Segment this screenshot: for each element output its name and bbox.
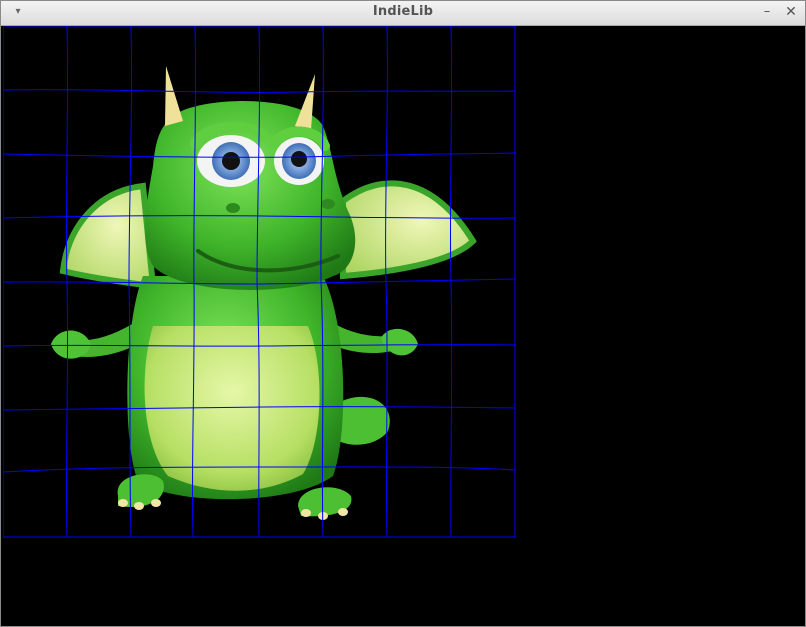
right-wing	[340, 180, 477, 280]
title-bar[interactable]: ▾ IndieLib – ✕	[1, 1, 805, 26]
scene-svg	[3, 26, 516, 538]
left-wing	[59, 182, 157, 290]
close-button[interactable]: ✕	[783, 4, 799, 20]
window-title: IndieLib	[372, 4, 434, 19]
dragon-sprite	[51, 66, 477, 520]
render-canvas[interactable]	[3, 26, 805, 626]
minimize-button[interactable]: –	[759, 4, 775, 20]
app-window: ▾ IndieLib – ✕	[0, 0, 806, 627]
left-horn	[165, 66, 183, 126]
